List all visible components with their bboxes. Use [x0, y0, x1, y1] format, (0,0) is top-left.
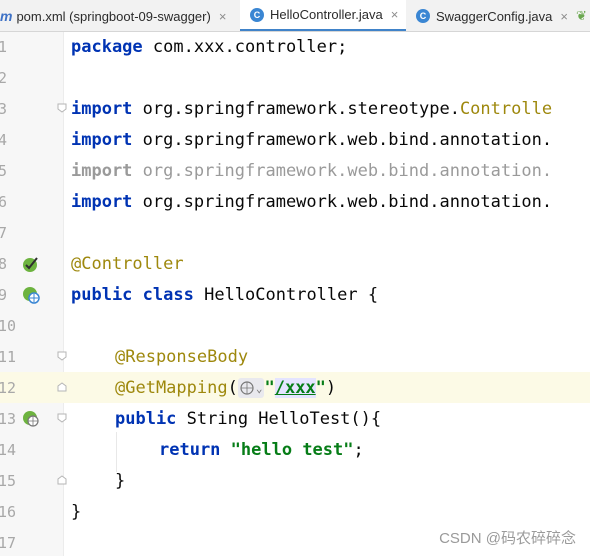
code-line-6[interactable]: import org.springframework.web.bind.anno…	[71, 187, 552, 218]
line-number: 14	[0, 441, 17, 459]
spring-bean-icon[interactable]	[21, 254, 41, 274]
code-line-14[interactable]: return "hello test";	[159, 435, 364, 466]
fold-marker-icon[interactable]	[57, 351, 67, 361]
line-number: 6	[0, 193, 8, 211]
close-icon[interactable]: ×	[219, 9, 227, 24]
editor-tab-bar: m pom.xml (springboot-09-swagger) × C He…	[0, 0, 590, 32]
code-line-11[interactable]: @ResponseBody	[115, 342, 248, 373]
tab-hello-controller[interactable]: C HelloController.java ×	[240, 0, 406, 31]
class-icon: C	[250, 7, 264, 22]
code-line-3[interactable]: import org.springframework.stereotype.Co…	[71, 94, 552, 125]
leaf-icon: ❦	[576, 8, 587, 23]
tab-label: HelloController.java	[270, 7, 383, 22]
line-number: 8	[0, 255, 8, 273]
watermark: CSDN @码农碎碎念	[439, 530, 576, 547]
line-number: 15	[0, 472, 17, 490]
fold-marker-icon[interactable]	[57, 413, 67, 423]
tab-label: pom.xml (springboot-09-swagger)	[16, 8, 211, 24]
line-number: 16	[0, 503, 17, 521]
line-number: 10	[0, 317, 17, 335]
class-icon: C	[416, 9, 430, 23]
spring-web-icon[interactable]	[21, 285, 41, 305]
tab-label: SwaggerConfig.java	[436, 8, 553, 24]
code-line-1[interactable]: package com.xxx.controller;	[71, 32, 347, 63]
line-number: 13	[0, 410, 17, 428]
close-icon[interactable]: ×	[560, 9, 568, 24]
fold-marker-icon[interactable]	[57, 475, 67, 485]
line-number: 17	[0, 534, 17, 552]
tab-overflow[interactable]: ❦	[576, 0, 590, 31]
line-number: 5	[0, 162, 8, 180]
globe-inlay-icon[interactable]: ⌄	[237, 378, 265, 398]
code-line-9[interactable]: public class HelloController {	[71, 280, 378, 311]
tab-pom-xml[interactable]: m pom.xml (springboot-09-swagger) ×	[0, 0, 240, 31]
endpoint-globe-icon[interactable]	[21, 409, 41, 429]
line-number: 11	[0, 348, 17, 366]
line-number: 4	[0, 131, 8, 149]
close-icon[interactable]: ×	[391, 7, 399, 22]
line-number: 2	[0, 69, 8, 87]
code-line-5[interactable]: import org.springframework.web.bind.anno…	[71, 156, 552, 187]
code-line-16[interactable]: }	[71, 497, 81, 528]
code-line-13[interactable]: public String HelloTest(){	[115, 404, 381, 435]
code-line-8[interactable]: @Controller	[71, 249, 184, 280]
tab-swagger-config[interactable]: C SwaggerConfig.java ×	[406, 0, 576, 31]
code-line-4[interactable]: import org.springframework.web.bind.anno…	[71, 125, 552, 156]
line-number: 3	[0, 100, 8, 118]
line-number: 7	[0, 224, 8, 242]
line-number: 12	[0, 379, 17, 397]
code-line-15[interactable]: }	[115, 466, 125, 497]
fold-marker-icon[interactable]	[57, 382, 67, 392]
line-number: 9	[0, 286, 8, 304]
code-line-12[interactable]: @GetMapping(⌄ "/xxx")	[115, 373, 336, 404]
maven-icon: m	[0, 8, 13, 24]
line-number: 1	[0, 38, 8, 56]
fold-marker-icon[interactable]	[57, 103, 67, 113]
